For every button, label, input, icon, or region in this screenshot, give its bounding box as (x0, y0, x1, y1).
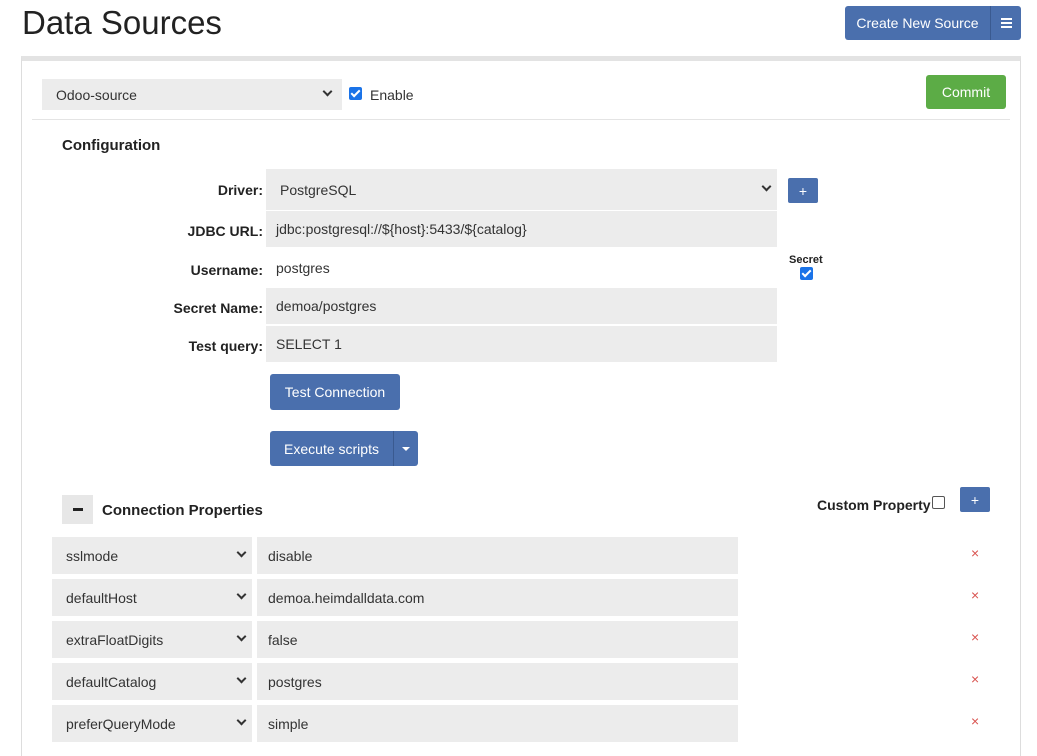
connection-properties-title: Connection Properties (102, 502, 263, 519)
chevron-down-icon (322, 86, 333, 97)
driver-select[interactable]: PostgreSQL (266, 169, 777, 210)
secret-name-label: Secret Name: (173, 300, 264, 316)
caret-down-icon (402, 446, 410, 451)
divider (32, 119, 1010, 120)
property-key-value: extraFloatDigits (66, 631, 164, 648)
jdbc-url-label: JDBC URL: (187, 223, 263, 239)
property-key-select[interactable]: preferQueryMode (52, 705, 252, 742)
enable-label: Enable (370, 87, 414, 103)
property-key-select[interactable]: sslmode (52, 537, 252, 574)
secret-checkbox[interactable] (800, 267, 813, 280)
property-key-select[interactable]: defaultCatalog (52, 663, 252, 700)
configuration-title: Configuration (62, 137, 161, 154)
data-source-panel: Odoo-source Enable Commit Configuration … (21, 56, 1021, 756)
delete-property-icon[interactable]: × (971, 629, 979, 645)
property-key-value: preferQueryMode (66, 715, 176, 732)
property-value-input[interactable]: simple (257, 705, 738, 742)
minus-icon (72, 508, 83, 511)
enable-checkbox[interactable] (349, 87, 362, 100)
create-source-button-group: Create New Source (845, 6, 1021, 40)
property-value-input[interactable]: demoa.heimdalldata.com (257, 579, 738, 616)
property-key-select[interactable]: extraFloatDigits (52, 621, 252, 658)
chevron-down-icon (236, 631, 247, 642)
username-input[interactable]: postgres (266, 250, 777, 286)
page-title: Data Sources (22, 4, 222, 41)
chevron-down-icon (236, 589, 247, 600)
test-query-label: Test query: (188, 338, 263, 354)
source-select[interactable]: Odoo-source (42, 79, 342, 110)
hamburger-icon (1000, 18, 1012, 28)
menu-button[interactable] (990, 6, 1021, 40)
custom-property-label: Custom Property (817, 497, 931, 513)
chevron-down-icon (236, 547, 247, 558)
execute-scripts-button[interactable]: Execute scripts (270, 431, 393, 466)
username-label: Username: (190, 262, 263, 278)
delete-property-icon[interactable]: × (971, 671, 979, 687)
chevron-down-icon (236, 673, 247, 684)
property-key-value: defaultCatalog (66, 673, 157, 690)
source-select-value: Odoo-source (56, 86, 137, 103)
secret-label: Secret (789, 254, 823, 266)
test-query-input[interactable]: SELECT 1 (266, 326, 777, 362)
chevron-down-icon (761, 181, 772, 192)
delete-property-icon[interactable]: × (971, 545, 979, 561)
property-value-input[interactable]: disable (257, 537, 738, 574)
jdbc-url-input[interactable]: jdbc:postgresql://${host}:5433/${catalog… (266, 211, 777, 247)
delete-property-icon[interactable]: × (971, 587, 979, 603)
collapse-button[interactable] (62, 495, 93, 524)
property-value-input[interactable]: false (257, 621, 738, 658)
commit-button[interactable]: Commit (926, 75, 1006, 109)
add-property-button[interactable]: + (960, 487, 990, 512)
execute-scripts-dropdown-button[interactable] (393, 431, 418, 466)
delete-property-icon[interactable]: × (971, 713, 979, 729)
create-new-source-button[interactable]: Create New Source (845, 6, 990, 40)
chevron-down-icon (236, 715, 247, 726)
property-key-value: sslmode (66, 547, 119, 564)
driver-select-value: PostgreSQL (280, 181, 357, 198)
add-driver-button[interactable]: + (788, 178, 818, 203)
property-key-select[interactable]: defaultHost (52, 579, 252, 616)
custom-property-checkbox[interactable] (932, 496, 945, 509)
property-key-value: defaultHost (66, 589, 137, 606)
driver-label: Driver: (217, 182, 263, 198)
test-connection-button[interactable]: Test Connection (270, 374, 400, 410)
property-value-input[interactable]: postgres (257, 663, 738, 700)
secret-name-input[interactable]: demoa/postgres (266, 288, 777, 324)
